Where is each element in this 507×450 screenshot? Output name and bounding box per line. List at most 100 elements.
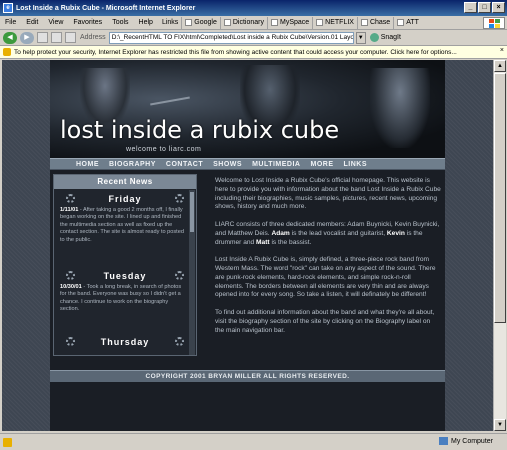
nav-multimedia[interactable]: Multimedia xyxy=(252,161,300,168)
page-icon xyxy=(223,19,231,26)
snagit-icon xyxy=(369,33,379,42)
link-dictionary[interactable]: Dictionary xyxy=(219,16,267,29)
menu-file[interactable]: File xyxy=(0,19,21,26)
refresh-icon[interactable] xyxy=(51,32,62,43)
nav-home[interactable]: Home xyxy=(76,161,99,168)
stop-icon[interactable] xyxy=(37,32,48,43)
nav-more[interactable]: More xyxy=(310,161,333,168)
news-day-title: Thursday xyxy=(54,334,196,350)
link-netflix-label: NETFLIX xyxy=(325,19,354,26)
link-dictionary-label: Dictionary xyxy=(232,19,264,26)
close-button[interactable]: × xyxy=(492,2,505,13)
news-scrollbar[interactable] xyxy=(189,190,195,355)
site-subtitle: welcome to liarc.com xyxy=(126,146,202,153)
title-bar: e Lost Inside a Rubix Cube - Microsoft I… xyxy=(0,0,507,16)
menu-tools[interactable]: Tools xyxy=(107,19,133,26)
member-name: Matt xyxy=(256,238,270,246)
computer-icon xyxy=(438,437,448,445)
address-toolbar: ◀ ▶ Address D:\_RecentHTML TO FIX\html\C… xyxy=(0,30,507,46)
news-day-title: Friday xyxy=(54,191,196,207)
back-button[interactable]: ◀ xyxy=(3,31,17,44)
gear-icon xyxy=(175,336,184,346)
news-body: - After taking a good 2 months off, I fi… xyxy=(60,207,184,243)
nav-biography[interactable]: Biography xyxy=(109,161,156,168)
link-att[interactable]: ATT xyxy=(393,16,422,29)
snagit-button[interactable]: SnagIt xyxy=(369,33,401,42)
news-day-title: Tuesday xyxy=(54,268,196,284)
menu-bar: File Edit View Favorites Tools Help Link… xyxy=(0,16,507,30)
warning-icon xyxy=(3,437,12,447)
news-day-label: Thursday xyxy=(100,336,150,347)
site-footer: Copyright 2001 Bryan Miller All Rights R… xyxy=(50,370,445,382)
link-netflix[interactable]: NETFLIX xyxy=(312,16,357,29)
members-text: is the lead vocalist and guitarist, xyxy=(289,229,387,237)
nav-contact[interactable]: Contact xyxy=(166,161,203,168)
maximize-button[interactable]: □ xyxy=(478,2,491,13)
link-myspace[interactable]: MySpace xyxy=(266,16,312,29)
news-scroll-thumb[interactable] xyxy=(190,192,194,232)
menu-help[interactable]: Help xyxy=(134,19,158,26)
ie-icon: e xyxy=(3,3,13,13)
nav-links[interactable]: Links xyxy=(343,161,367,168)
links-label: Links xyxy=(161,19,179,26)
page-icon xyxy=(360,19,368,26)
scroll-thumb[interactable] xyxy=(494,73,506,323)
news-entry: 10/30/01 - Took a long break, in search … xyxy=(54,284,196,314)
nav-shows[interactable]: Shows xyxy=(213,161,242,168)
page-icon xyxy=(397,19,405,26)
link-chase-label: Chase xyxy=(369,19,391,26)
scroll-up-icon[interactable]: ▲ xyxy=(494,60,506,72)
microphone-stand xyxy=(150,96,190,106)
member-name: Adam xyxy=(271,229,290,237)
shield-icon xyxy=(3,48,11,56)
main-navigation: Home Biography Contact Shows Multimedia … xyxy=(50,158,445,170)
members-paragraph: LIARC consists of three dedicated member… xyxy=(215,221,441,247)
home-icon[interactable] xyxy=(65,32,76,43)
address-label: Address xyxy=(80,34,106,41)
news-header: Recent News xyxy=(54,175,196,189)
snagit-label: SnagIt xyxy=(380,34,401,41)
menu-edit[interactable]: Edit xyxy=(21,19,43,26)
link-google-label: Google xyxy=(194,19,217,26)
page-scrollbar[interactable]: ▲ ▼ xyxy=(493,60,506,431)
address-input[interactable]: D:\_RecentHTML TO FIX\html\Completed\Los… xyxy=(108,31,354,44)
windows-logo-icon xyxy=(483,17,505,29)
security-zone: My Computer xyxy=(438,437,493,445)
link-att-label: ATT xyxy=(406,19,419,26)
band-member-silhouette xyxy=(370,68,430,148)
more-info-paragraph: To find out additional information about… xyxy=(215,308,435,334)
gear-icon xyxy=(175,271,184,281)
forward-button[interactable]: ▶ xyxy=(20,31,34,44)
news-date: 1/11/01 xyxy=(60,207,79,213)
member-name: Kevin xyxy=(386,229,405,237)
zone-label: My Computer xyxy=(450,437,493,445)
gear-icon xyxy=(66,271,75,281)
intro-paragraph: Welcome to Lost Inside a Rubix Cube's of… xyxy=(215,177,441,211)
page-icon xyxy=(316,19,324,26)
scroll-down-icon[interactable]: ▼ xyxy=(494,419,506,431)
band-photo-banner: lost inside a rubix cube welcome to liar… xyxy=(50,60,445,158)
page-icon xyxy=(270,19,278,26)
link-google[interactable]: Google xyxy=(181,16,220,29)
infobar-close-icon[interactable]: × xyxy=(500,47,504,54)
news-date: 10/30/01 xyxy=(60,284,82,291)
site-container: lost inside a rubix cube welcome to liar… xyxy=(50,60,445,431)
security-infobar[interactable]: To help protect your security, Internet … xyxy=(0,46,507,59)
infobar-message: To help protect your security, Internet … xyxy=(14,48,457,56)
news-day-label: Friday xyxy=(108,194,142,204)
page-viewport: lost inside a rubix cube welcome to liar… xyxy=(2,60,493,431)
address-dropdown-button[interactable]: ▼ xyxy=(355,31,366,44)
link-myspace-label: MySpace xyxy=(279,19,310,26)
sound-paragraph: Lost Inside A Rubix Cube is, simply defi… xyxy=(215,256,436,299)
link-chase[interactable]: Chase xyxy=(356,16,393,29)
gear-icon xyxy=(175,194,184,203)
minimize-button[interactable]: _ xyxy=(464,2,477,13)
news-day-label: Tuesday xyxy=(103,271,147,282)
status-bar: My Computer xyxy=(0,433,507,450)
gear-icon xyxy=(66,194,75,203)
menu-favorites[interactable]: Favorites xyxy=(68,19,107,26)
main-content: Welcome to Lost Inside a Rubix Cube's of… xyxy=(215,177,441,344)
gear-icon xyxy=(66,336,75,346)
members-text: is the bassist. xyxy=(269,238,312,246)
menu-view[interactable]: View xyxy=(43,19,68,26)
